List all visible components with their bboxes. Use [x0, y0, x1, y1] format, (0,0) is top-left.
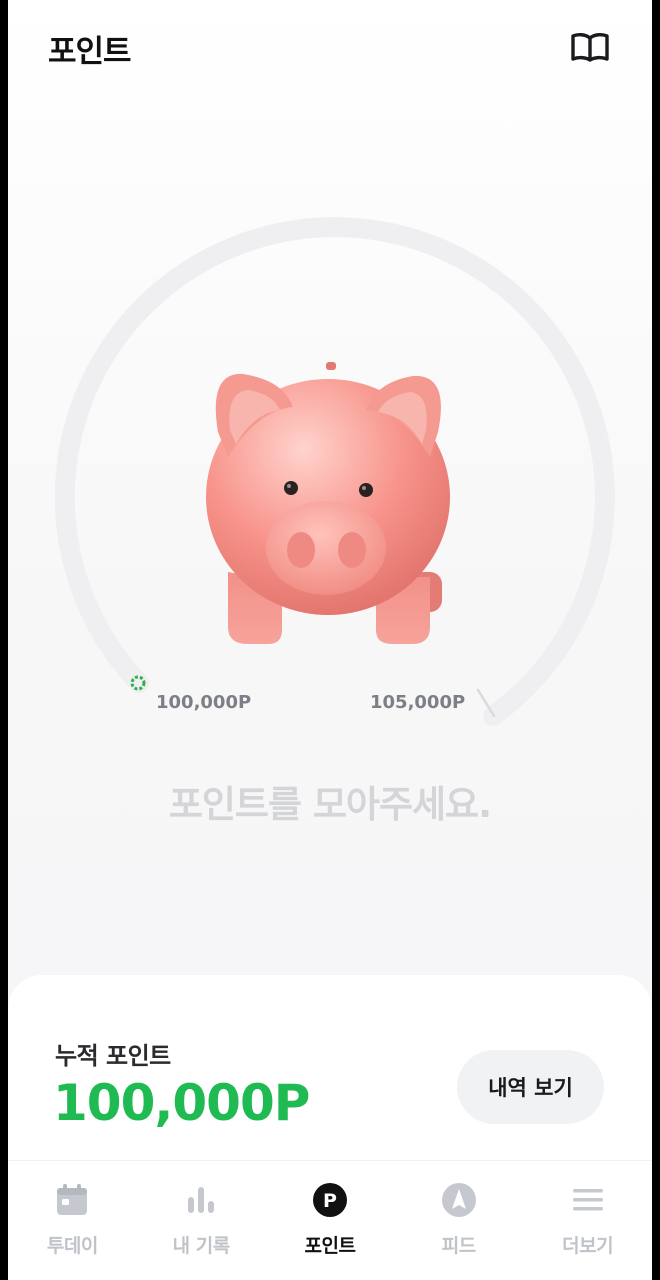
progress-start-label: 100,000P [156, 692, 252, 713]
progress-end-label: 105,000P [370, 692, 466, 713]
view-history-button[interactable]: 내역 보기 [457, 1050, 604, 1124]
collect-points-prompt: 포인트를 모아주세요. [168, 783, 492, 826]
tab-label: 피드 [441, 1235, 476, 1257]
bar-chart-icon [188, 1187, 215, 1213]
accumulated-points-label: 누적 포인트 [55, 1042, 171, 1070]
piggy-bank-illustration [206, 362, 450, 644]
tab-label: 더보기 [562, 1235, 614, 1257]
tab-my-records[interactable]: 내 기록 [137, 1161, 266, 1280]
compass-icon [441, 1183, 476, 1217]
tab-more[interactable]: 더보기 [523, 1161, 652, 1280]
accumulated-points-value: 100,000P [53, 1074, 310, 1132]
points-screen: 포인트 100,000P 105,000P 포인트를 모아주세요. 누적 포인트… [8, 0, 652, 1280]
tab-today[interactable]: 투데이 [8, 1161, 137, 1280]
bottom-tab-bar: 투데이 내 기록 P 포인트 피드 더보기 [8, 1160, 652, 1280]
tab-label: 포인트 [304, 1235, 356, 1257]
tab-feed[interactable]: 피드 [394, 1161, 523, 1280]
tab-label: 내 기록 [172, 1235, 231, 1257]
calendar-icon [57, 1184, 88, 1215]
svg-text:P: P [323, 1190, 337, 1212]
tab-points[interactable]: P 포인트 [266, 1161, 395, 1280]
menu-icon [572, 1189, 603, 1211]
tab-label: 투데이 [46, 1235, 98, 1257]
point-coin-icon: P [312, 1183, 347, 1217]
